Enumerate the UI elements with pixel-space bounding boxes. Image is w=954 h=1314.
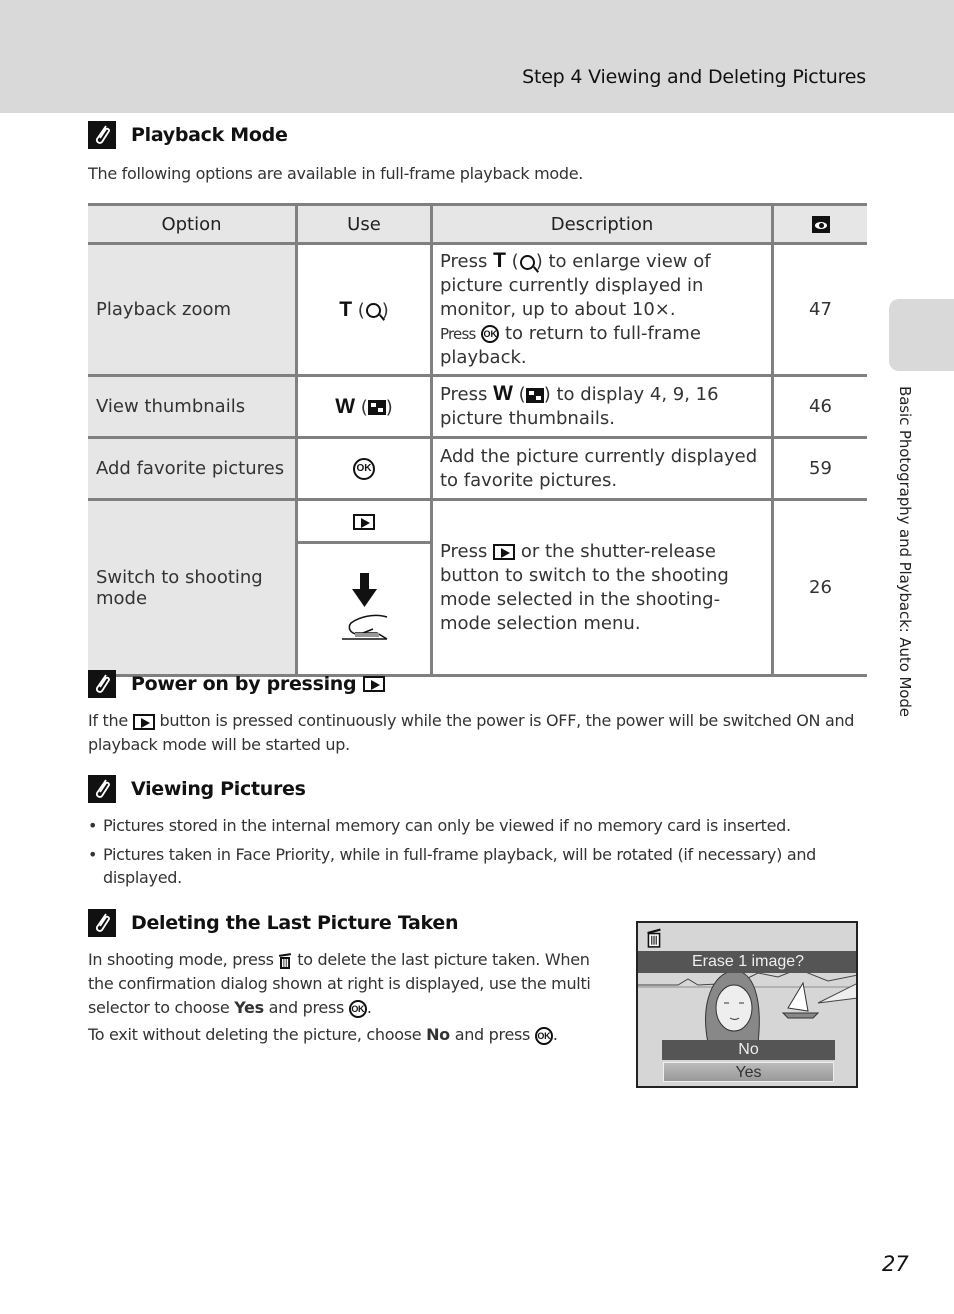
viewing-bullets: • Pictures stored in the internal memory … <box>88 814 868 895</box>
option-yes-selected[interactable]: Yes <box>663 1062 834 1082</box>
table-header-row: Option Use Description <box>88 203 867 245</box>
desc-text: Press <box>440 251 488 272</box>
power-on-heading: Power on by pressing <box>88 670 385 698</box>
description-cell: Press or the shutter-release button to s… <box>430 498 774 677</box>
yes-label: Yes <box>234 998 264 1017</box>
playback-options-table: Option Use Description Playback zoom T (… <box>88 203 867 677</box>
ok-button-icon: OK <box>534 1026 553 1045</box>
playback-button-icon <box>132 713 155 730</box>
playback-button-icon <box>362 676 385 692</box>
note-icon <box>88 909 116 937</box>
zoom-t-key: T <box>493 249 506 272</box>
para-text: If the <box>88 711 128 730</box>
note-icon <box>88 121 116 149</box>
description-cell: Press T () to enlarge view of picture cu… <box>430 242 774 377</box>
option-cell: View thumbnails <box>88 374 298 439</box>
use-cell: W () <box>295 374 433 439</box>
para-text: To exit without deleting the picture, ch… <box>88 1025 422 1044</box>
col-page-ref <box>771 203 867 245</box>
magnifier-icon <box>519 254 535 270</box>
col-description: Description <box>430 203 774 245</box>
shutter-release-icon <box>342 572 388 640</box>
list-item-text: Pictures stored in the internal memory c… <box>103 816 791 835</box>
playback-button-icon <box>353 513 375 530</box>
option-cell: Add favorite pictures <box>88 436 298 501</box>
use-cell: T () <box>295 242 433 377</box>
para-text: button is pressed continuously while the… <box>88 711 855 754</box>
bullet-dot: • <box>88 816 98 835</box>
para-text: In shooting mode, press <box>88 950 274 969</box>
erase-prompt: Erase 1 image? <box>638 951 856 973</box>
header-band <box>0 0 954 113</box>
page-ref-icon <box>811 216 830 233</box>
section-title: Playback Mode <box>131 124 288 146</box>
deleting-text-1: In shooting mode, press to delete the la… <box>88 950 591 1018</box>
bullet-dot: • <box>88 845 98 864</box>
chapter-title: Step 4 Viewing and Deleting Pictures <box>522 66 866 88</box>
magnifier-icon <box>365 303 381 318</box>
zoom-t-key: T <box>339 297 353 321</box>
thumbnail-icon <box>367 400 386 415</box>
power-on-text: If the button is pressed continuously wh… <box>88 709 873 757</box>
section-tab <box>889 299 954 371</box>
zoom-w-key: W <box>493 382 513 405</box>
deleting-heading: Deleting the Last Picture Taken <box>88 909 459 937</box>
list-item: • Pictures stored in the internal memory … <box>88 814 868 837</box>
viewing-heading: Viewing Pictures <box>88 775 306 803</box>
section-title-text: Power on by pressing <box>131 673 357 695</box>
section-title: Power on by pressing <box>131 673 385 695</box>
section-title: Deleting the Last Picture Taken <box>131 912 459 934</box>
page-ref-cell: 59 <box>771 436 867 501</box>
section-tab-label: Basic Photography and Playback: Auto Mod… <box>896 386 914 717</box>
option-cell: Switch to shooting mode <box>88 498 298 677</box>
page-ref-cell: 46 <box>771 374 867 439</box>
use-cell <box>296 541 432 677</box>
description-cell: Add the picture currently displayed to f… <box>430 436 774 501</box>
description-cell: Press W () to display 4, 9, 16 picture t… <box>430 374 774 439</box>
desc-text: Press <box>440 540 488 562</box>
trash-icon <box>279 952 292 969</box>
para-text: and press <box>454 1025 531 1044</box>
col-option: Option <box>88 203 298 245</box>
desc-text: Press <box>440 384 488 405</box>
list-item-text: Pictures taken in Face Priority, while i… <box>103 845 817 887</box>
trash-icon <box>647 928 661 948</box>
note-icon <box>88 670 116 698</box>
thumbnail-icon <box>525 387 544 403</box>
zoom-w-key: W <box>335 394 356 418</box>
deleting-text-2: To exit without deleting the picture, ch… <box>88 1025 558 1045</box>
page-ref-cell: 47 <box>771 242 867 377</box>
ok-button-icon: OK <box>348 999 367 1018</box>
option-no[interactable]: No <box>662 1040 835 1060</box>
para-text: and press <box>268 998 345 1017</box>
desc-text: Press <box>440 325 476 343</box>
use-cell <box>295 498 433 544</box>
table-row: Add favorite pictures OK Add the picture… <box>88 436 867 501</box>
playback-intro: The following options are available in f… <box>88 164 584 183</box>
page-ref-cell: 26 <box>771 498 867 677</box>
no-label: No <box>426 1025 450 1044</box>
table-row: Switch to shooting mode Press or the shu… <box>88 498 867 677</box>
list-item: • Pictures taken in Face Priority, while … <box>88 843 868 889</box>
page-number: 27 <box>882 1252 909 1276</box>
camera-screen-illustration: Erase 1 image? No Yes <box>636 921 858 1088</box>
playback-mode-heading: Playback Mode <box>88 121 288 149</box>
table-row: Playback zoom T () Press T () to enlarge… <box>88 242 867 377</box>
use-cell: OK <box>295 436 433 501</box>
section-title: Viewing Pictures <box>131 778 306 800</box>
note-icon <box>88 775 116 803</box>
playback-button-icon <box>493 543 516 560</box>
option-cell: Playback zoom <box>88 242 298 377</box>
ok-button-icon: OK <box>481 325 500 343</box>
desc-text: to return to full-frame playback. <box>440 323 701 368</box>
ok-button-icon: OK <box>353 457 375 480</box>
col-use: Use <box>295 203 433 245</box>
table-row: View thumbnails W () Press W () to displ… <box>88 374 867 439</box>
